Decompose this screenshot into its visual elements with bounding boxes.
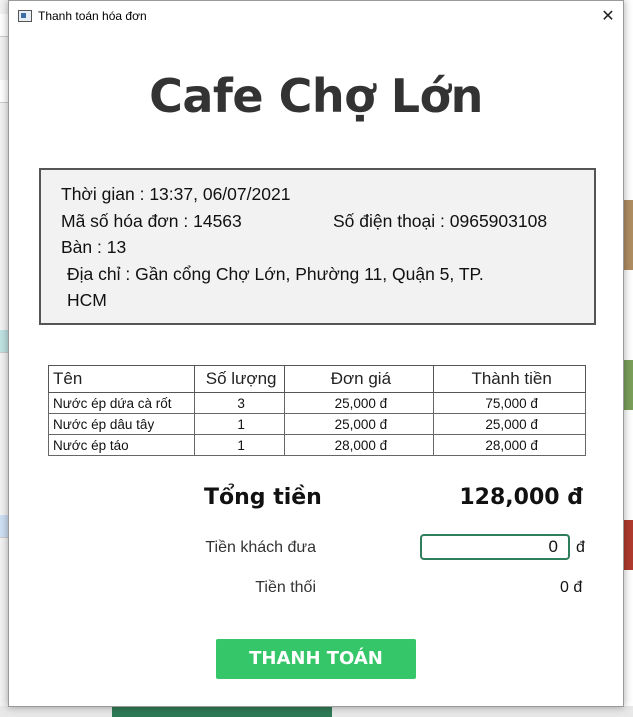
- total-amount: 128,000 đ: [459, 485, 583, 510]
- item-name: Nước ép táo: [48, 434, 195, 456]
- pay-button[interactable]: THANH TOÁN: [216, 639, 416, 679]
- invoice-info-panel: Thời gian : 13:37, 06/07/2021 Mã số hóa …: [39, 168, 596, 325]
- change-amount: 0 đ: [560, 579, 583, 596]
- column-header-unit-price: Đơn giá: [283, 365, 435, 393]
- table-row[interactable]: Nước ép dứa cà rốt 3 25,000 đ 75,000 đ: [48, 392, 586, 414]
- table-row[interactable]: Nước ép dâu tây 1 25,000 đ 25,000 đ: [48, 413, 586, 435]
- item-line-total: 25,000 đ: [433, 413, 586, 435]
- title-bar[interactable]: Thanh toán hóa đơn ✕: [9, 1, 623, 33]
- column-header-name: Tên: [48, 365, 195, 393]
- item-line-total: 28,000 đ: [433, 434, 586, 456]
- table-header-row: Tên Số lượng Đơn giá Thành tiền: [48, 365, 586, 393]
- change-label: Tiền thối: [255, 579, 316, 596]
- total-label: Tổng tiền: [204, 485, 322, 510]
- window-title: Thanh toán hóa đơn: [38, 9, 147, 23]
- window-app-icon: [18, 10, 32, 22]
- shop-name-heading: Cafe Chợ Lớn: [149, 69, 483, 123]
- background-image: [624, 360, 633, 410]
- background-fragment: [112, 706, 332, 717]
- order-items-table: Tên Số lượng Đơn giá Thành tiền Nước ép …: [48, 365, 586, 456]
- invoice-phone: Số điện thoại : 0965903108: [333, 211, 548, 231]
- background-image: [624, 200, 633, 270]
- item-quantity: 1: [193, 413, 285, 435]
- item-unit-price: 25,000 đ: [283, 413, 435, 435]
- background-image: [624, 520, 633, 570]
- item-unit-price: 25,000 đ: [283, 392, 435, 414]
- item-quantity: 3: [193, 392, 285, 414]
- customer-paid-input[interactable]: [420, 534, 570, 560]
- table-row[interactable]: Nước ép táo 1 28,000 đ 28,000 đ: [48, 434, 586, 456]
- invoice-address: Địa chỉ : Gần cổng Chợ Lớn, Phường 11, Q…: [67, 264, 484, 284]
- customer-paid-currency: đ: [576, 539, 585, 556]
- item-quantity: 1: [193, 434, 285, 456]
- item-line-total: 75,000 đ: [433, 392, 586, 414]
- close-icon: ✕: [601, 6, 615, 25]
- background-window-right: [624, 0, 633, 717]
- column-header-quantity: Số lượng: [193, 365, 285, 393]
- item-unit-price: 28,000 đ: [283, 434, 435, 456]
- invoice-table-number: Bàn : 13: [61, 237, 127, 257]
- payment-dialog: Thanh toán hóa đơn ✕ Cafe Chợ Lớn Thời g…: [8, 0, 624, 707]
- close-button[interactable]: ✕: [593, 1, 623, 31]
- item-name: Nước ép dâu tây: [48, 413, 195, 435]
- item-name: Nước ép dứa cà rốt: [48, 392, 195, 414]
- invoice-id: Mã số hóa đơn : 14563: [61, 211, 242, 231]
- background-taskbar: [0, 706, 633, 717]
- customer-paid-label: Tiền khách đưa: [205, 539, 316, 556]
- invoice-time: Thời gian : 13:37, 06/07/2021: [61, 184, 291, 204]
- column-header-line-total: Thành tiền: [433, 365, 586, 393]
- invoice-address-continued: HCM: [67, 290, 107, 310]
